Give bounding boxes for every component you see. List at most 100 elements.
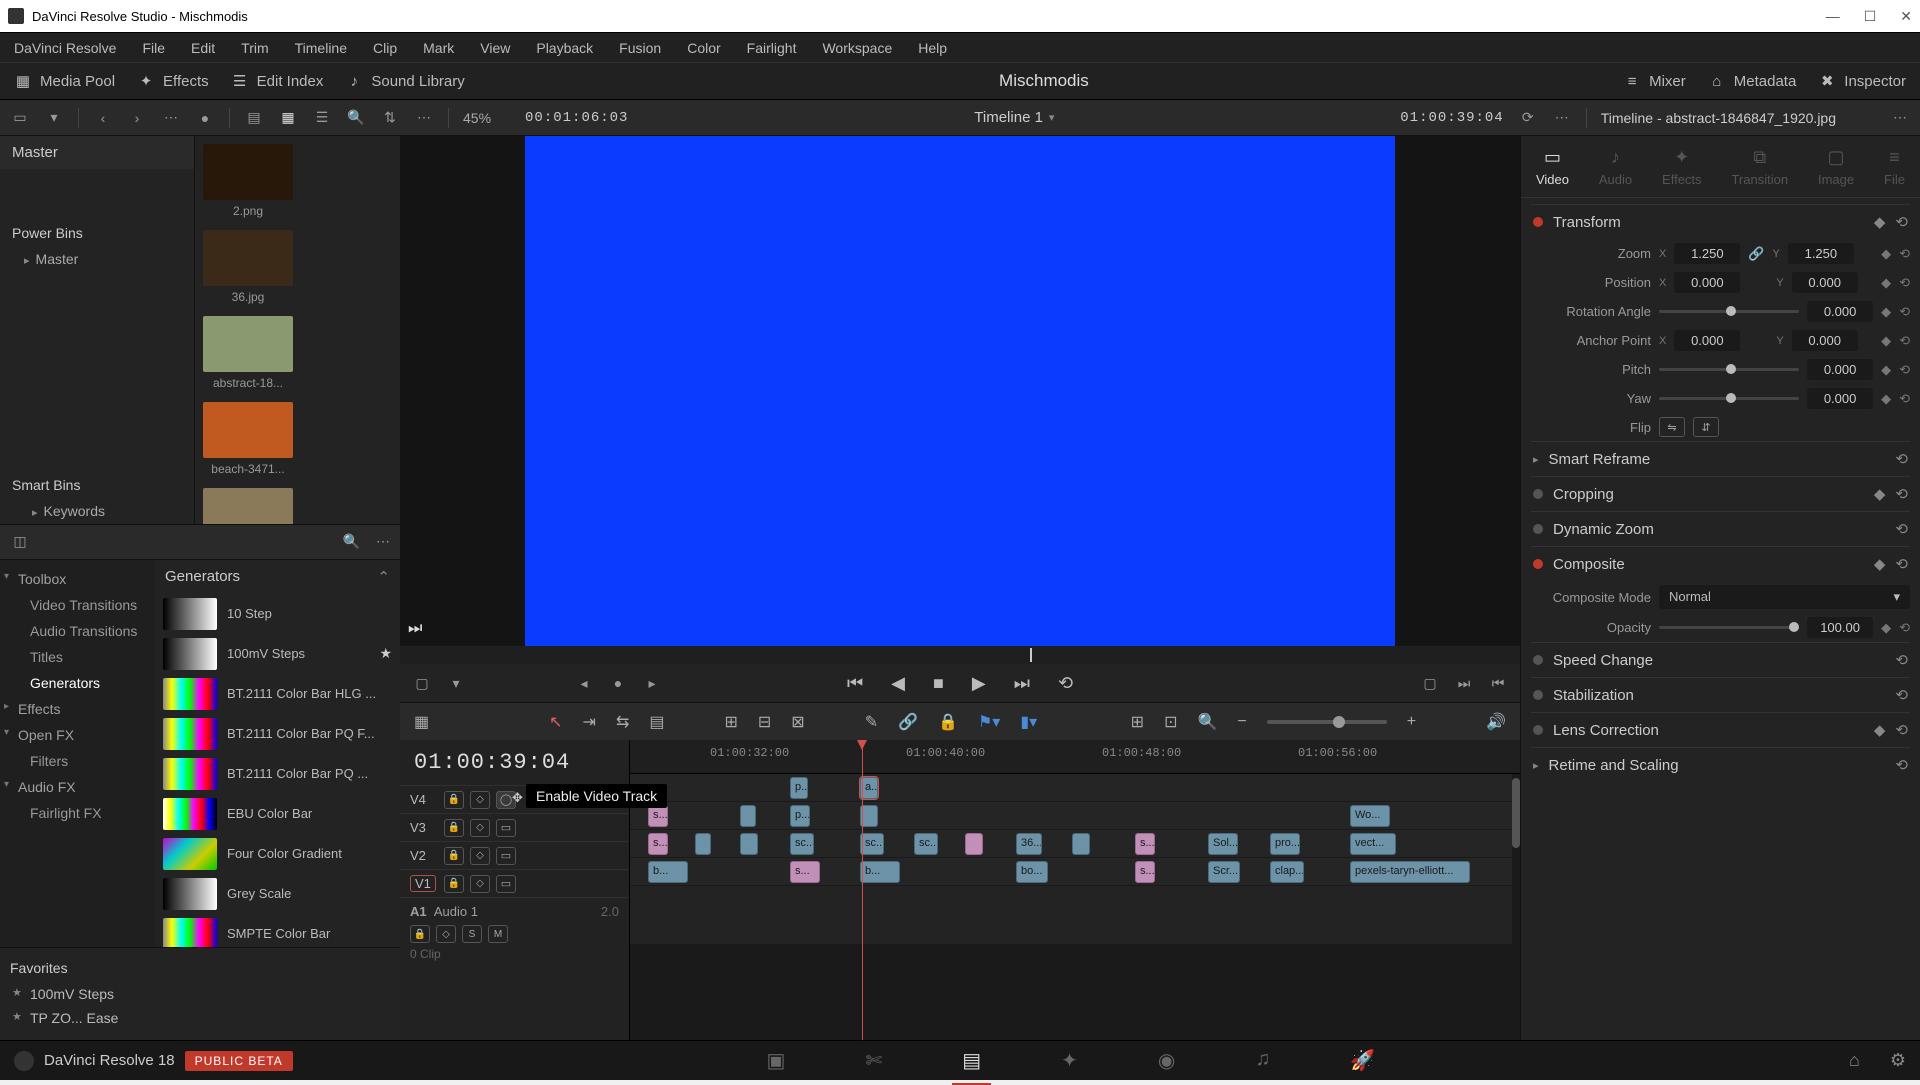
overwrite-icon[interactable]: ⏮ xyxy=(1488,673,1508,693)
media-item[interactable]: beach-3471... xyxy=(203,402,293,476)
trim-tool[interactable]: ⇥ xyxy=(583,712,596,732)
next-frame-button[interactable]: ⏭ xyxy=(1014,673,1030,694)
replace-clip-icon[interactable]: ⊠ xyxy=(791,712,804,732)
timeline-clip[interactable]: Scr... xyxy=(1208,861,1240,883)
sort-icon[interactable]: ⇅ xyxy=(380,108,400,128)
viewer-scrubber[interactable] xyxy=(400,646,1520,664)
fx-tree-node[interactable]: Fairlight FX xyxy=(0,800,155,826)
menu-mark[interactable]: Mark xyxy=(423,40,454,56)
flip-v-button[interactable]: ⇵ xyxy=(1693,417,1719,437)
settings-icon[interactable]: ⚙ xyxy=(1890,1050,1906,1071)
timeline-timecode[interactable]: 01:00:39:04 xyxy=(400,740,629,785)
prev-keyframe-icon[interactable]: ◂ xyxy=(574,673,594,693)
keyframe-icon[interactable]: ◆ xyxy=(1881,275,1891,291)
zoom-in-icon[interactable]: + xyxy=(1407,713,1416,731)
enable-dot[interactable] xyxy=(1533,524,1543,534)
menu-fusion[interactable]: Fusion xyxy=(619,40,661,56)
selection-tool[interactable]: ↖ xyxy=(549,712,562,732)
zoom-thumb[interactable] xyxy=(1333,716,1345,728)
menu-color[interactable]: Color xyxy=(687,40,720,56)
fx-tree-node[interactable]: Audio Transitions xyxy=(0,618,155,644)
yaw-input[interactable] xyxy=(1807,388,1873,409)
favorite-star-icon[interactable]: ★ xyxy=(379,645,392,662)
cropping-header[interactable]: Cropping◆⟲ xyxy=(1531,477,1910,511)
menu-clip[interactable]: Clip xyxy=(373,40,397,56)
maximize-button[interactable]: ☐ xyxy=(1864,8,1877,25)
insert-clip-icon[interactable]: ⊞ xyxy=(724,712,737,732)
reset-icon[interactable]: ⟲ xyxy=(1895,686,1908,704)
keyframe-icon[interactable]: ◆ xyxy=(1881,333,1891,349)
generator-item[interactable]: Four Color Gradient xyxy=(155,834,400,874)
viewer-zoom[interactable]: 45% xyxy=(463,110,491,126)
page-cut[interactable]: ✄ xyxy=(865,1048,882,1073)
view-grid-icon[interactable]: ▦ xyxy=(278,108,298,128)
timeline-clip[interactable]: pro... xyxy=(1270,833,1300,855)
lock-icon[interactable]: 🔒 xyxy=(444,875,464,893)
timeline-clip[interactable]: Wo... xyxy=(1350,805,1390,827)
transform-header[interactable]: Transform◆⟲ xyxy=(1531,205,1910,239)
ellipsis-icon[interactable]: ⋯ xyxy=(1890,108,1910,128)
fx-tree-node[interactable]: Audio FX xyxy=(0,774,155,800)
timeline-clip[interactable]: sc... xyxy=(790,833,814,855)
zoom-y-input[interactable] xyxy=(1788,243,1854,264)
track-head-v2[interactable]: V2🔒◇▭ xyxy=(400,841,629,869)
anchor-y-input[interactable] xyxy=(1792,330,1858,351)
solo-button[interactable]: S xyxy=(462,925,482,943)
fx-tree-node[interactable]: Open FX xyxy=(0,722,155,748)
rotation-input[interactable] xyxy=(1807,301,1873,322)
reset-icon[interactable]: ⟲ xyxy=(1899,391,1910,407)
timeline-tracks[interactable]: 01:00:32:00 01:00:40:00 01:00:48:00 01:0… xyxy=(630,740,1520,1040)
timeline-clip[interactable]: s... xyxy=(648,833,668,855)
track-head-v3[interactable]: V3🔒◇▭ xyxy=(400,813,629,841)
menu-playback[interactable]: Playback xyxy=(536,40,593,56)
close-button[interactable]: ✕ xyxy=(1900,8,1912,25)
timeline-clip[interactable]: sc... xyxy=(914,833,938,855)
inspector-tab-video[interactable]: ▭Video xyxy=(1536,147,1569,187)
track-head-v1[interactable]: V1🔒◇▭ xyxy=(400,869,629,897)
reset-icon[interactable]: ⟲ xyxy=(1899,246,1910,262)
reset-icon[interactable]: ⟲ xyxy=(1895,450,1908,468)
keyframe-icon[interactable]: ◆ xyxy=(1874,485,1886,503)
match-frame-icon[interactable]: ▢ xyxy=(1420,673,1440,693)
timeline-clip[interactable]: p... xyxy=(790,777,808,799)
shelf-effects[interactable]: ✦Effects xyxy=(137,72,209,90)
playhead[interactable] xyxy=(862,740,863,1040)
smart-bins-header[interactable]: Smart Bins xyxy=(0,471,194,499)
lock-icon[interactable]: 🔒 xyxy=(444,847,464,865)
menu-timeline[interactable]: Timeline xyxy=(295,40,347,56)
generator-item[interactable]: BT.2111 Color Bar HLG ... xyxy=(155,674,400,714)
collapse-icon[interactable]: ⌃ xyxy=(377,568,390,586)
shelf-media-pool[interactable]: ▦Media Pool xyxy=(14,72,115,90)
view-list-icon[interactable]: ☰ xyxy=(312,108,332,128)
auto-select-icon[interactable]: ◇ xyxy=(470,791,490,809)
timeline-clip[interactable]: sc... xyxy=(860,833,884,855)
reset-icon[interactable]: ⟲ xyxy=(1895,485,1908,503)
fx-tree-node[interactable]: Video Transitions xyxy=(0,592,155,618)
mute-button[interactable]: M xyxy=(488,925,508,943)
generator-item[interactable]: Grey Scale xyxy=(155,874,400,914)
search-icon[interactable]: 🔍 xyxy=(346,108,366,128)
yaw-slider[interactable] xyxy=(1659,397,1799,400)
first-frame-button[interactable]: ⏮ xyxy=(847,673,863,694)
timeline-clip[interactable]: pexels-taryn-elliott... xyxy=(1350,861,1470,883)
menu-trim[interactable]: Trim xyxy=(241,40,268,56)
inspector-tab-effects[interactable]: ✦Effects xyxy=(1662,147,1702,187)
lock-icon[interactable]: 🔒 xyxy=(444,819,464,837)
power-bin-master[interactable]: Master xyxy=(0,247,194,271)
timeline-clip[interactable] xyxy=(695,833,711,855)
track-visible-toggle[interactable]: ▭ xyxy=(496,875,516,893)
reset-icon[interactable]: ⟲ xyxy=(1899,304,1910,320)
timeline-clip[interactable]: s... xyxy=(1135,833,1155,855)
page-deliver[interactable]: 🚀 xyxy=(1350,1048,1375,1073)
menu-davinci[interactable]: DaVinci Resolve xyxy=(14,40,116,56)
shelf-metadata[interactable]: ⌂Metadata xyxy=(1708,72,1797,90)
audio-icon[interactable]: 🔊 xyxy=(1486,712,1506,732)
snap-icon[interactable]: ⊞ xyxy=(1131,712,1144,732)
reset-icon[interactable]: ⟲ xyxy=(1895,555,1908,573)
lock-tool[interactable]: 🔒 xyxy=(938,712,958,732)
timeline-clip[interactable]: s... xyxy=(648,805,668,827)
marker-blue-icon[interactable]: ▮▾ xyxy=(1020,712,1037,732)
keyframe-icon[interactable]: ◆ xyxy=(1881,246,1891,262)
flag-blue-icon[interactable]: ⚑▾ xyxy=(978,712,1000,732)
reset-icon[interactable]: ⟲ xyxy=(1895,721,1908,739)
